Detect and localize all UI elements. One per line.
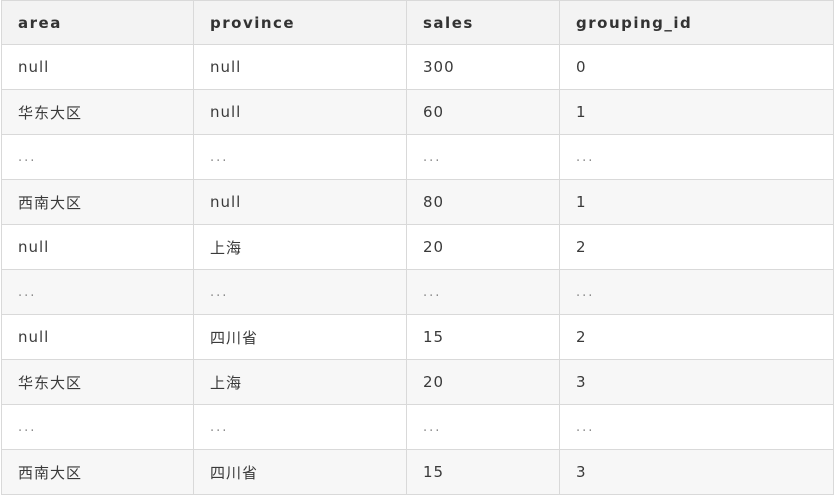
cell-province: 上海 <box>193 224 407 270</box>
cell-area: null <box>1 224 194 270</box>
cell-area: 华东大区 <box>1 359 194 405</box>
cell-sales: 15 <box>406 449 560 495</box>
column-header-sales: sales <box>406 0 560 45</box>
table-row: 西南大区 null 80 1 <box>1 179 834 225</box>
table-row: null 上海 20 2 <box>1 224 834 270</box>
cell-sales: ... <box>406 269 560 315</box>
cell-area: null <box>1 314 194 360</box>
column-header-area: area <box>1 0 194 45</box>
cell-grouping-id: ... <box>559 134 834 180</box>
cell-province: 四川省 <box>193 314 407 360</box>
cell-grouping-id: ... <box>559 404 834 450</box>
cell-grouping-id: 2 <box>559 314 834 360</box>
cell-province: 四川省 <box>193 449 407 495</box>
cell-grouping-id: 2 <box>559 224 834 270</box>
cell-grouping-id: ... <box>559 269 834 315</box>
cell-area: ... <box>1 134 194 180</box>
cell-area: null <box>1 44 194 90</box>
cell-sales: 300 <box>406 44 560 90</box>
cell-grouping-id: 3 <box>559 359 834 405</box>
cell-sales: 15 <box>406 314 560 360</box>
cell-area: ... <box>1 404 194 450</box>
grouping-results-table: area province sales grouping_id null nul… <box>1 0 834 495</box>
table-row: 西南大区 四川省 15 3 <box>1 449 834 495</box>
table-row: null 四川省 15 2 <box>1 314 834 360</box>
cell-province: 上海 <box>193 359 407 405</box>
header-row: area province sales grouping_id <box>1 0 834 45</box>
cell-province: null <box>193 89 407 135</box>
cell-province: ... <box>193 269 407 315</box>
cell-province: ... <box>193 134 407 180</box>
cell-province: ... <box>193 404 407 450</box>
table-body: null null 300 0 华东大区 null 60 1 ... ... .… <box>1 44 834 495</box>
cell-province: null <box>193 179 407 225</box>
cell-sales: 20 <box>406 359 560 405</box>
cell-sales: ... <box>406 404 560 450</box>
cell-grouping-id: 3 <box>559 449 834 495</box>
cell-sales: ... <box>406 134 560 180</box>
table-row-ellipsis: ... ... ... ... <box>1 404 834 450</box>
cell-area: 华东大区 <box>1 89 194 135</box>
cell-area: 西南大区 <box>1 449 194 495</box>
cell-sales: 20 <box>406 224 560 270</box>
cell-area: ... <box>1 269 194 315</box>
cell-area: 西南大区 <box>1 179 194 225</box>
cell-grouping-id: 0 <box>559 44 834 90</box>
column-header-province: province <box>193 0 407 45</box>
column-header-grouping-id: grouping_id <box>559 0 834 45</box>
cell-sales: 80 <box>406 179 560 225</box>
cell-province: null <box>193 44 407 90</box>
table-row: 华东大区 null 60 1 <box>1 89 834 135</box>
table-header: area province sales grouping_id <box>1 0 834 45</box>
cell-grouping-id: 1 <box>559 179 834 225</box>
table-row: null null 300 0 <box>1 44 834 90</box>
table-row-ellipsis: ... ... ... ... <box>1 269 834 315</box>
cell-grouping-id: 1 <box>559 89 834 135</box>
table-row: 华东大区 上海 20 3 <box>1 359 834 405</box>
table-row-ellipsis: ... ... ... ... <box>1 134 834 180</box>
cell-sales: 60 <box>406 89 560 135</box>
